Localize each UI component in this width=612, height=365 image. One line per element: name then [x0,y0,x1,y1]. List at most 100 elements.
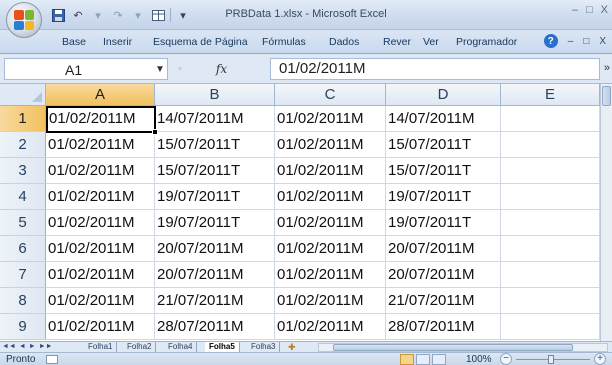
ribbon-close-icon[interactable]: X [599,36,606,47]
cell[interactable]: 01/02/2011M [46,184,155,210]
help-icon[interactable]: ? [543,34,558,48]
cell[interactable]: 01/02/2011M [275,184,386,210]
cell[interactable]: 01/02/2011M [275,210,386,236]
cell[interactable]: 01/02/2011M [46,210,155,236]
vertical-scroll-thumb[interactable] [602,86,611,106]
cell[interactable] [501,106,600,132]
name-box[interactable]: A1 ▼ [4,58,168,80]
tab-dados[interactable]: Dados [329,36,359,48]
row-header[interactable]: 6 [0,236,46,262]
cell[interactable]: 21/07/2011M [386,288,501,314]
row-header[interactable]: 9 [0,314,46,340]
row-header[interactable]: 8 [0,288,46,314]
zoom-out-icon[interactable]: − [500,353,512,365]
cell[interactable]: 28/07/2011M [155,314,275,340]
normal-view-icon[interactable] [400,354,414,365]
row-header[interactable]: 1 [0,106,46,132]
tab-ver[interactable]: Ver [423,36,439,48]
cell[interactable]: 15/07/2011T [155,132,275,158]
column-header-b[interactable]: B [155,84,275,106]
cell[interactable]: 01/02/2011M [275,314,386,340]
last-sheet-icon[interactable]: ►► [39,341,53,352]
cell[interactable]: 14/07/2011M [386,106,501,132]
cell[interactable]: 01/02/2011M [46,314,155,340]
cell[interactable]: 20/07/2011M [155,262,275,288]
column-header-c[interactable]: C [275,84,386,106]
cell[interactable]: 28/07/2011M [386,314,501,340]
row-header[interactable]: 5 [0,210,46,236]
cell[interactable]: 15/07/2011T [155,158,275,184]
cell[interactable]: 14/07/2011M [155,106,275,132]
horizontal-scrollbar[interactable] [318,343,608,352]
expand-formula-icon[interactable]: » [604,62,610,74]
cell[interactable]: 01/02/2011M [275,262,386,288]
cell[interactable]: 20/07/2011M [386,236,501,262]
row-header[interactable]: 7 [0,262,46,288]
cell[interactable]: 01/02/2011M [275,158,386,184]
macro-record-icon[interactable] [46,355,58,364]
page-break-view-icon[interactable] [432,354,446,365]
insert-function-icon[interactable]: fx [216,62,227,76]
cell[interactable]: 01/02/2011M [275,106,386,132]
zoom-slider-thumb[interactable] [548,355,554,364]
tab-formulas[interactable]: Fórmulas [262,36,306,48]
next-sheet-icon[interactable]: ► [29,341,36,352]
cell[interactable]: 01/02/2011M [46,132,155,158]
fill-handle[interactable] [152,129,158,135]
cell[interactable]: 19/07/2011T [155,184,275,210]
select-all-corner[interactable] [0,84,46,106]
cell[interactable] [501,262,600,288]
cell[interactable] [501,236,600,262]
cell[interactable]: 01/02/2011M [275,132,386,158]
prev-sheet-icon[interactable]: ◄ [19,341,26,352]
cell[interactable] [501,184,600,210]
cell[interactable]: 19/07/2011T [386,210,501,236]
maximize-icon[interactable]: □ [586,4,593,16]
ribbon-restore-icon[interactable]: □ [583,36,589,47]
vertical-scrollbar[interactable] [600,84,612,341]
tab-rever[interactable]: Rever [383,36,411,48]
cell[interactable]: 01/02/2011M [275,236,386,262]
cell[interactable]: 01/02/2011M [46,288,155,314]
office-button[interactable] [6,2,42,38]
column-header-e[interactable]: E [501,84,600,106]
insert-sheet-icon[interactable]: ✚ [288,342,296,352]
horizontal-scroll-thumb[interactable] [333,344,573,351]
column-header-a[interactable]: A [46,84,155,106]
spreadsheet-grid[interactable]: A B C D E 1 01/02/2011M 14/07/2011M 01/0… [0,84,600,341]
cell[interactable]: 21/07/2011M [155,288,275,314]
row-header[interactable]: 4 [0,184,46,210]
formula-input[interactable]: 01/02/2011M [270,58,600,80]
cell-a1[interactable]: 01/02/2011M [46,106,156,133]
cell[interactable]: 20/07/2011M [386,262,501,288]
cell[interactable] [501,288,600,314]
zoom-level[interactable]: 100% [466,353,492,365]
column-header-d[interactable]: D [386,84,501,106]
cell[interactable]: 01/02/2011M [46,236,155,262]
row-header[interactable]: 2 [0,132,46,158]
cell[interactable]: 20/07/2011M [155,236,275,262]
row-header[interactable]: 3 [0,158,46,184]
chevron-down-icon[interactable]: ▼ [155,64,165,75]
ribbon-minimize-icon[interactable]: – [568,36,574,47]
tab-base[interactable]: Base [62,36,86,48]
tab-programador[interactable]: Programador [456,36,517,48]
cell[interactable] [501,158,600,184]
cell[interactable] [501,210,600,236]
cell[interactable]: 01/02/2011M [46,262,155,288]
tab-inserir[interactable]: Inserir [103,36,132,48]
cell[interactable]: 15/07/2011T [386,158,501,184]
page-layout-view-icon[interactable] [416,354,430,365]
cell[interactable]: 15/07/2011T [386,132,501,158]
cell[interactable] [501,132,600,158]
cell[interactable] [501,314,600,340]
cell[interactable]: 01/02/2011M [275,288,386,314]
zoom-in-icon[interactable]: + [594,353,606,365]
minimize-icon[interactable]: – [572,4,578,16]
cell[interactable]: 19/07/2011T [386,184,501,210]
cell[interactable]: 01/02/2011M [46,158,155,184]
first-sheet-icon[interactable]: ◄◄ [2,341,16,352]
close-icon[interactable]: X [601,4,608,16]
tab-esquema-de-pagina[interactable]: Esquema de Página [153,36,248,48]
cell[interactable]: 19/07/2011T [155,210,275,236]
